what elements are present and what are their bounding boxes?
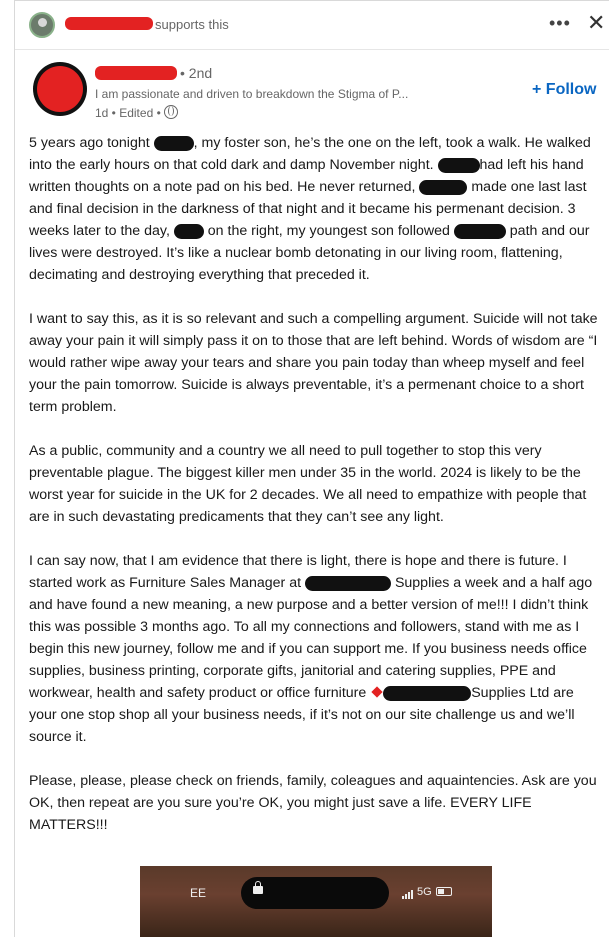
post-text-segment: 5 years ago tonight [29,135,154,151]
author-avatar[interactable] [33,62,87,116]
post-meta: 1d • Edited • [95,105,179,120]
social-context-row: supports this ••• ✕ [15,1,609,50]
more-options-button[interactable]: ••• [549,13,571,34]
globe-icon [164,105,179,119]
redacted-supporter-name [65,17,153,30]
redacted-author-name [95,66,177,80]
redacted-text [383,685,472,701]
post-text: 5 years ago tonight , my foster son, he’… [29,132,605,836]
post-paragraph-2: I want to say this, as it is so relevant… [29,311,598,415]
connection-degree: • 2nd [180,65,213,81]
feed-post-card: supports this ••• ✕ • 2nd I am passionat… [14,0,609,937]
redacted-text [453,223,506,239]
post-meta-text: 1d • Edited • [95,106,161,120]
post-text-segment: Supplies a week and a half ago and have … [29,575,593,701]
supporter-avatar[interactable] [29,12,55,38]
redacted-text [437,157,480,173]
redacted-text [305,575,391,591]
post-text-segment: on the right, my youngest son followed [203,223,454,239]
supports-text: supports this [155,17,229,32]
carrier-label: EE [190,886,207,900]
redacted-text [153,135,194,151]
signal-icon [402,887,414,899]
post-paragraph-4: I can say now, that I am evidence that t… [29,550,605,748]
redacted-text [173,223,204,239]
network-status: 5G [402,886,452,899]
post-image[interactable]: EE 5G [140,866,492,937]
red-diamond-icon [371,686,383,698]
dynamic-island [241,877,389,909]
author-headline: I am passionate and driven to breakdown … [95,87,409,101]
follow-button[interactable]: + Follow [532,81,596,99]
network-label: 5G [417,886,432,898]
post-paragraph-1: 5 years ago tonight , my foster son, he’… [29,132,605,286]
post-paragraph-3: As a public, community and a country we … [29,443,587,525]
close-button[interactable]: ✕ [587,10,605,36]
lock-icon [253,881,263,894]
redacted-text [419,179,468,195]
battery-icon [435,887,452,896]
post-paragraph-5: Please, please, please check on friends,… [29,773,597,833]
